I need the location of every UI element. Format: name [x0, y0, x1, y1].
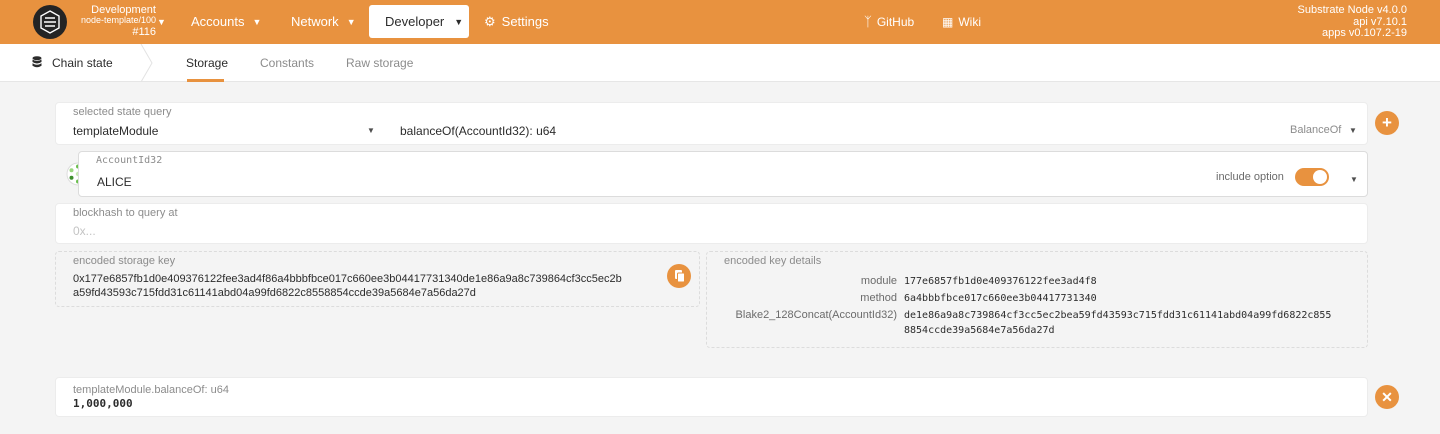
nav-network-label: Network: [291, 14, 339, 29]
encoded-key-details-box: encoded key details module 177e6857fb1d0…: [706, 251, 1368, 348]
nav-accounts[interactable]: Accounts ▼: [191, 0, 261, 44]
remove-result-button[interactable]: ✕: [1375, 385, 1399, 409]
detail-value-blake2-line-2: 8854ccde39a5684e7a56da27d: [904, 325, 1055, 336]
chevron-down-icon[interactable]: ▼: [1349, 126, 1357, 135]
detail-key-method: method: [860, 292, 897, 304]
chevron-down-icon: ▼: [252, 17, 262, 27]
tab-constants[interactable]: Constants: [260, 56, 314, 70]
version-info: Substrate Node v4.0.0 api v7.10.1 apps v…: [1297, 4, 1407, 40]
wiki-link[interactable]: ▦ Wiki: [942, 0, 981, 44]
detail-value-method: 6a4bbbfbce017c660ee3b04417731340: [904, 293, 1097, 304]
chevron-down-icon[interactable]: ▼: [157, 17, 166, 27]
encoded-storage-key-label: encoded storage key: [73, 255, 176, 267]
database-icon: [32, 56, 42, 68]
encoded-key-details-label: encoded key details: [724, 255, 822, 267]
node-version: Substrate Node v4.0.0: [1297, 4, 1407, 16]
detail-value-blake2: de1e86a9a8c739864cf3cc5ec2bea59fd43593c7…: [904, 308, 1359, 338]
detail-value-module: 177e6857fb1d0e409376122fee3ad4f8: [904, 276, 1097, 287]
nav-network[interactable]: Network ▼: [291, 0, 356, 44]
github-icon: ᛉ: [864, 14, 872, 29]
github-label: GitHub: [876, 15, 915, 29]
tab-raw-storage[interactable]: Raw storage: [346, 56, 413, 70]
state-query-label: selected state query: [73, 106, 172, 118]
nav-settings[interactable]: ⚙ Settings: [484, 0, 549, 44]
copy-key-button[interactable]: [667, 264, 691, 288]
detail-key-module: module: [860, 275, 897, 287]
add-query-button[interactable]: +: [1375, 111, 1399, 135]
query-result-value: 1,000,000: [73, 397, 133, 410]
encoded-storage-key-value: 0x177e6857fb1d0e409376122fee3ad4f86a4bbb…: [73, 272, 693, 300]
nav-settings-label: Settings: [501, 14, 549, 29]
blockhash-placeholder[interactable]: 0x...: [73, 224, 96, 238]
github-link[interactable]: ᛉ GitHub: [864, 0, 914, 44]
nav-accounts-label: Accounts: [191, 14, 245, 29]
state-query-selector: selected state query templateModule ▼ ba…: [55, 102, 1368, 145]
node-name: node-template/100: [80, 15, 156, 26]
encoded-key-line-2: a59fd43593c715fdd31c61141abd04a99fd6822c…: [73, 287, 476, 299]
account-value[interactable]: ALICE: [97, 175, 132, 189]
query-result-label: templateModule.balanceOf: u64: [73, 384, 229, 396]
detail-key-blake2: Blake2_128Concat(AccountId32): [735, 309, 897, 321]
include-option-label: include option: [1216, 171, 1284, 183]
chain-selector[interactable]: Development node-template/100 #116: [74, 4, 156, 38]
chevron-down-icon: ▼: [454, 17, 464, 27]
wiki-icon: ▦: [942, 15, 954, 29]
top-nav: Development node-template/100 #116 ▼ Acc…: [0, 0, 1440, 44]
wiki-label: Wiki: [958, 15, 982, 29]
nav-developer-label: Developer: [385, 14, 445, 29]
module-select[interactable]: templateModule: [73, 124, 158, 138]
breadcrumb-separator: [140, 44, 153, 82]
sub-nav: Chain state Storage Constants Raw storag…: [0, 44, 1440, 82]
encoded-storage-key-box: encoded storage key 0x177e6857fb1d0e4093…: [55, 251, 700, 307]
copy-icon: [675, 270, 685, 283]
detail-value-blake2-line-1: de1e86a9a8c739864cf3cc5ec2bea59fd43593c7…: [904, 310, 1332, 321]
best-block: #116: [132, 25, 156, 38]
method-select[interactable]: balanceOf(AccountId32): u64: [400, 124, 556, 138]
chevron-down-icon[interactable]: ▼: [367, 126, 375, 135]
apps-version: apps v0.107.2-19: [1321, 27, 1407, 39]
section-title: Chain state: [52, 56, 113, 70]
blockhash-label: blockhash to query at: [73, 207, 178, 219]
tab-storage[interactable]: Storage: [186, 56, 228, 70]
node-logo[interactable]: [33, 5, 67, 39]
add-icon: +: [1382, 113, 1392, 132]
chevron-down-icon[interactable]: ▼: [1350, 175, 1358, 184]
account-type-label: AccountId32: [96, 155, 163, 166]
encoded-key-line-1: 0x177e6857fb1d0e409376122fee3ad4f86a4bbb…: [73, 273, 622, 285]
close-icon: ✕: [1381, 389, 1393, 405]
query-result: templateModule.balanceOf: u64 1,000,000: [55, 377, 1368, 417]
settings-icon: ⚙: [484, 14, 496, 29]
nav-developer[interactable]: Developer ▼: [369, 5, 469, 38]
chevron-down-icon: ▼: [346, 17, 356, 27]
node-logo-icon: [40, 10, 60, 34]
account-input[interactable]: AccountId32 ALICE include option ▼: [78, 151, 1368, 197]
blockhash-field[interactable]: blockhash to query at 0x...: [55, 203, 1368, 244]
include-option-toggle[interactable]: [1295, 168, 1329, 186]
active-tab-indicator: [187, 79, 224, 82]
toggle-knob: [1313, 170, 1327, 184]
method-short-name: BalanceOf: [1290, 124, 1342, 136]
